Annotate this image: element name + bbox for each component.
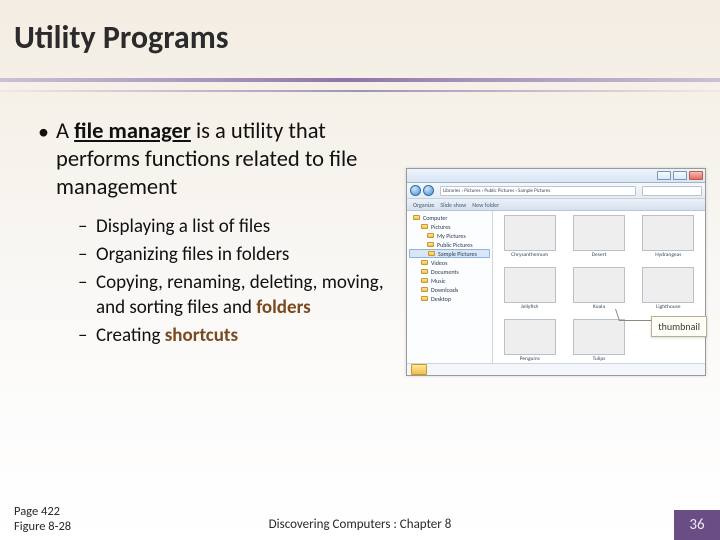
footer: Page 422 Figure 8-28 Discovering Compute… bbox=[0, 498, 720, 540]
cmd-organize[interactable]: Organize bbox=[413, 201, 434, 209]
em-shortcuts: shortcuts bbox=[165, 324, 238, 347]
tree-item: Computer bbox=[409, 213, 490, 222]
thumbnail[interactable]: Tulips bbox=[566, 319, 631, 367]
folder-icon bbox=[428, 251, 435, 256]
dash-icon: – bbox=[78, 270, 96, 320]
tree-item-selected: Sample Pictures bbox=[409, 249, 490, 258]
folder-icon bbox=[413, 215, 420, 220]
sub-bullet-list: – Displaying a list of files – Organizin… bbox=[78, 214, 386, 348]
sub-bullet-text: Displaying a list of files bbox=[96, 214, 270, 239]
address-toolbar: Libraries › Pictures › Public Pictures ›… bbox=[407, 183, 705, 199]
em-folders: folders bbox=[256, 296, 310, 319]
content-area: • A file manager is a utility that perfo… bbox=[38, 118, 386, 351]
maximize-button[interactable] bbox=[673, 171, 687, 180]
thumbnail-grid: Chrysanthemum Desert Hydrangeas Jellyfis… bbox=[493, 211, 705, 363]
sub-bullet: – Organizing files in folders bbox=[78, 242, 386, 267]
thumbnail[interactable]: Chrysanthemum bbox=[497, 215, 562, 263]
thumbnail[interactable]: Koala bbox=[566, 267, 631, 315]
back-button[interactable] bbox=[410, 185, 421, 196]
folder-icon bbox=[427, 233, 434, 238]
tree-item: Pictures bbox=[409, 222, 490, 231]
main-bullet: • A file manager is a utility that perfo… bbox=[38, 118, 386, 202]
command-bar: Organize Slide show New folder bbox=[407, 199, 705, 211]
term-file-manager: file manager bbox=[74, 118, 191, 145]
tree-item: Public Pictures bbox=[409, 240, 490, 249]
search-box[interactable] bbox=[642, 186, 702, 196]
tree-item: Videos bbox=[409, 258, 490, 267]
explorer-body: Computer Pictures My Pictures Public Pic… bbox=[407, 211, 705, 363]
sub-bullet-text: Creating shortcuts bbox=[96, 323, 238, 348]
sub-bullet: – Copying, renaming, deleting, moving, a… bbox=[78, 270, 386, 320]
sub-bullet: – Displaying a list of files bbox=[78, 214, 386, 239]
dash-icon: – bbox=[78, 242, 96, 267]
thumbnail[interactable]: Jellyfish bbox=[497, 267, 562, 315]
thumbnail[interactable]: Penguins bbox=[497, 319, 562, 367]
forward-button[interactable] bbox=[423, 185, 434, 196]
thumbnail[interactable]: Lighthouse bbox=[636, 267, 701, 315]
cmd-slideshow[interactable]: Slide show bbox=[440, 201, 466, 209]
folder-icon bbox=[411, 364, 427, 375]
folder-icon bbox=[421, 260, 428, 265]
slide-title: Utility Programs bbox=[14, 18, 228, 57]
slide-number: 36 bbox=[674, 510, 720, 540]
window-titlebar bbox=[407, 169, 705, 183]
dash-icon: – bbox=[78, 323, 96, 348]
close-button[interactable] bbox=[689, 171, 703, 180]
tree-item: Music bbox=[409, 276, 490, 285]
bullet-icon: • bbox=[38, 118, 56, 202]
thumbnail[interactable]: Desert bbox=[566, 215, 631, 263]
sub-bullet: – Creating shortcuts bbox=[78, 323, 386, 348]
thumbnail[interactable]: Hydrangeas bbox=[636, 215, 701, 263]
minimize-button[interactable] bbox=[657, 171, 671, 180]
tree-item: Desktop bbox=[409, 294, 490, 303]
slide: Utility Programs • A file manager is a u… bbox=[0, 0, 720, 540]
explorer-figure: Libraries › Pictures › Public Pictures ›… bbox=[406, 168, 706, 376]
cmd-newfolder[interactable]: New folder bbox=[472, 201, 499, 209]
folder-icon bbox=[421, 224, 428, 229]
tree-item: My Pictures bbox=[409, 231, 490, 240]
footer-center: Discovering Computers : Chapter 8 bbox=[0, 517, 720, 532]
main-bullet-text: A file manager is a utility that perform… bbox=[56, 118, 386, 202]
tree-item: Documents bbox=[409, 267, 490, 276]
address-bar[interactable]: Libraries › Pictures › Public Pictures ›… bbox=[440, 186, 636, 196]
folder-icon bbox=[427, 242, 434, 247]
folder-icon bbox=[421, 278, 428, 283]
sub-bullet-text: Copying, renaming, deleting, moving, and… bbox=[96, 270, 386, 320]
folder-icon bbox=[421, 269, 428, 274]
folder-icon bbox=[421, 287, 428, 292]
title-divider bbox=[0, 78, 720, 96]
callout-thumbnail: thumbnail bbox=[651, 316, 707, 337]
folder-icon bbox=[421, 296, 428, 301]
dash-icon: – bbox=[78, 214, 96, 239]
sub-bullet-text: Organizing files in folders bbox=[96, 242, 289, 267]
nav-tree[interactable]: Computer Pictures My Pictures Public Pic… bbox=[407, 211, 493, 363]
tree-item: Downloads bbox=[409, 285, 490, 294]
